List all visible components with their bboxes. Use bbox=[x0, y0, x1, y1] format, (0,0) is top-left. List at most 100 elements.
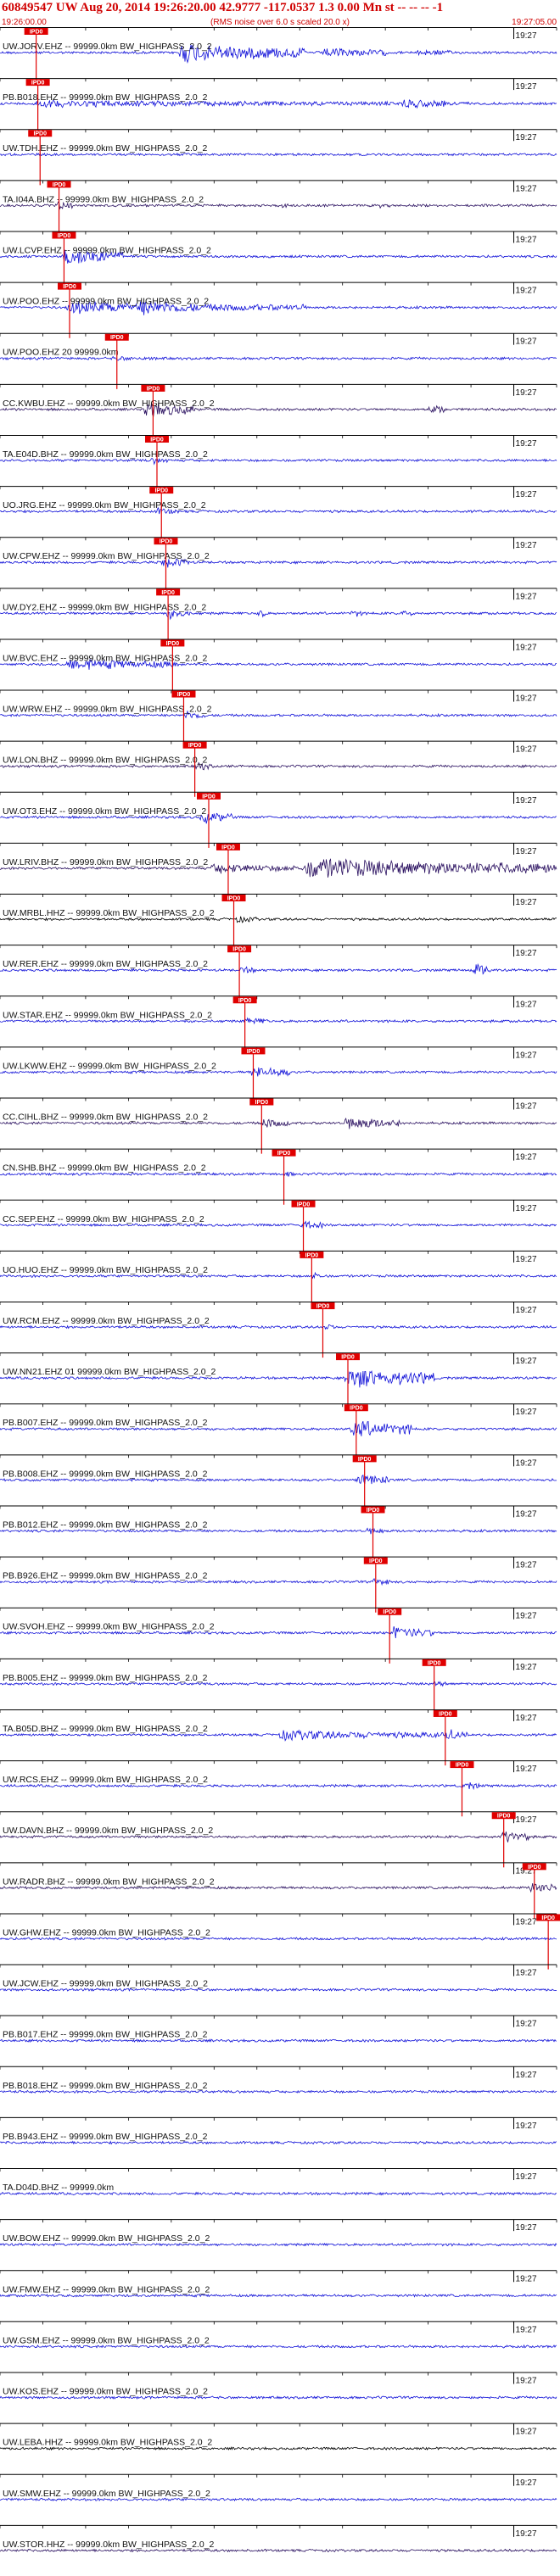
time-tick-label: 19:27 bbox=[516, 592, 537, 601]
time-tick-label: 19:27 bbox=[516, 287, 537, 296]
trace-row: 19:27 UO.HUO.EHZ -- 99999.0km BW_HIGHPASS… bbox=[0, 1250, 557, 1307]
time-tick-label: 19:27 bbox=[516, 1458, 537, 1468]
time-tick-label: 19:27 bbox=[516, 1612, 537, 1621]
time-tick-label: 19:27 bbox=[516, 2020, 537, 2029]
pick-label: IPD0 bbox=[297, 1202, 311, 1207]
station-label: PB.B018.EHZ -- 99999.0km BW_HIGHPASS_2.0… bbox=[3, 2081, 208, 2091]
pick-label: IPD0 bbox=[150, 437, 164, 443]
station-label: UW.RCS.EHZ -- 99999.0km BW_HIGHPASS_2.0_… bbox=[3, 1775, 208, 1785]
trace-row: 19:27 UW.DAVN.BHZ -- 99999.0km BW_HIGHPAS… bbox=[0, 1811, 557, 1868]
time-tick-label: 19:27 bbox=[516, 1153, 537, 1163]
trace-row: 19:27 PB.B943.EHZ -- 99999.0km BW_HIGHPAS… bbox=[0, 2116, 557, 2145]
trace-row: 19:27 PB.B005.EHZ -- 99999.0km BW_HIGHPAS… bbox=[0, 1658, 557, 1715]
station-label: UW.FMW.EHZ -- 99999.0km BW_HIGHPASS_2.0_… bbox=[3, 2284, 210, 2294]
time-tick-label: 19:27 bbox=[516, 1102, 537, 1112]
pick-label: IPD0 bbox=[369, 1558, 383, 1564]
trace-row: 19:27 UO.JRG.EHZ -- 99999.0km BW_HIGHPASS… bbox=[0, 486, 557, 543]
trace-row: 19:27 UW.LKWW.EHZ -- 99999.0km BW_HIGHPAS… bbox=[0, 1046, 557, 1103]
trace-row: 19:27 UW.POO.EHZ 20 99999.0km IPD0 bbox=[0, 332, 557, 389]
trace-row: 19:27UW.RADR.BHZ -- 99999.0km BW_HIGHPAS… bbox=[0, 1862, 557, 1919]
time-tick-label: 19:27 bbox=[516, 2478, 537, 2488]
station-label: UW.STOR.HHZ -- 99999.0km BW_HIGHPASS_2.0… bbox=[3, 2540, 215, 2550]
pick-label: IPD0 bbox=[358, 1457, 372, 1463]
station-label: UW.RCM.EHZ -- 99999.0km BW_HIGHPASS_2.0_… bbox=[3, 1316, 210, 1326]
station-label: UW.RADR.BHZ -- 99999.0km BW_HIGHPASS_2.0… bbox=[3, 1876, 215, 1887]
trace-row: 19:27 UW.SMW.EHZ -- 99999.0km BW_HIGHPASS… bbox=[0, 2473, 557, 2502]
time-tick-label: 19:27 bbox=[516, 541, 537, 550]
time-tick-label: 19:27 bbox=[516, 1969, 537, 1978]
trace-row: 19:27 PB.B926.EHZ -- 99999.0km BW_HIGHPAS… bbox=[0, 1556, 557, 1613]
station-label: TA.E04D.BHZ -- 99999.0km BW_HIGHPASS_2.0… bbox=[3, 449, 208, 460]
station-label: TA.D04D.BHZ -- 99999.0km bbox=[3, 2183, 114, 2193]
trace-row: 19:27 PB.B018.EHZ -- 99999.0km BW_HIGHPAS… bbox=[0, 2066, 557, 2094]
pick-label: IPD0 bbox=[221, 845, 235, 850]
pick-label: IPD0 bbox=[63, 284, 76, 290]
trace-row: 19:27 TA.E04D.BHZ -- 99999.0km BW_HIGHPAS… bbox=[0, 434, 557, 492]
trace-row: 19:27 UW.CPW.EHZ -- 99999.0km BW_HIGHPASS… bbox=[0, 537, 557, 594]
trace-row: 19:27 UW.JORV.EHZ -- 99999.0km BW_HIGHPAS… bbox=[0, 27, 557, 84]
station-label: UW.LEBA.HHZ -- 99999.0km BW_HIGHPASS_2.0… bbox=[3, 2438, 212, 2448]
pick-label: IPD0 bbox=[161, 590, 175, 596]
station-label: UW.SVOH.EHZ -- 99999.0km BW_HIGHPASS_2.0… bbox=[3, 1622, 215, 1632]
time-tick-label: 19:27 bbox=[516, 439, 537, 449]
station-label: UW.KOS.EHZ -- 99999.0km BW_HIGHPASS_2.0_… bbox=[3, 2387, 208, 2397]
trace-row: 19:27 UW.GHW.EHZ -- 99999.0km BW_HIGHPASS… bbox=[0, 1913, 560, 1970]
pick-label: IPD0 bbox=[188, 743, 202, 749]
station-label: UW.LKWW.EHZ -- 99999.0km BW_HIGHPASS_2.0… bbox=[3, 1061, 216, 1071]
station-label: UW.DY2.EHZ -- 99999.0km BW_HIGHPASS_2.0_… bbox=[3, 602, 206, 612]
pick-label: IPD0 bbox=[541, 1915, 555, 1921]
trace-row: 19:27 UW.NN21.EHZ 01 99999.0km BW_HIGHPAS… bbox=[0, 1352, 557, 1409]
pick-label: IPD0 bbox=[147, 386, 160, 392]
trace-row: 19:27 TA.I04A.BHZ -- 99999.0km BW_HIGHPAS… bbox=[0, 180, 557, 237]
pick-label: IPD0 bbox=[232, 947, 246, 953]
time-tick-label: 19:27 bbox=[516, 1255, 537, 1264]
station-label: UW.JORV.EHZ -- 99999.0km BW_HIGHPASS_2.0… bbox=[3, 42, 212, 52]
pick-label: IPD0 bbox=[439, 1711, 452, 1717]
station-label: PB.B007.EHZ -- 99999.0km BW_HIGHPASS_2.0… bbox=[3, 1418, 208, 1428]
trace-row: 19:27 UW.BVC.EHZ -- 99999.0km BW_HIGHPASS… bbox=[0, 638, 557, 695]
trace-row: 19:27 UW.RCS.EHZ -- 99999.0km BW_HIGHPASS… bbox=[0, 1760, 557, 1817]
time-tick-label: 19:27 bbox=[516, 2529, 537, 2539]
time-tick-label: 19:27 bbox=[516, 949, 537, 958]
time-tick-label: 19:27 bbox=[516, 1561, 537, 1570]
trace-row: 19:27 UW.RER.EHZ -- 99999.0km BW_HIGHPASS… bbox=[0, 945, 557, 1001]
trace-row: 19:27 UW.KOS.EHZ -- 99999.0km BW_HIGHPASS… bbox=[0, 2372, 557, 2400]
time-tick-label: 19:27 bbox=[516, 1408, 537, 1417]
time-tick-label: 19:27 bbox=[516, 2325, 537, 2334]
station-label: UW.NN21.EHZ 01 99999.0km BW_HIGHPASS_2.0… bbox=[3, 1367, 216, 1377]
trace-row: 19:27 UW.TDH.EHZ -- 99999.0km BW_HIGHPASS… bbox=[0, 129, 557, 186]
pick-label: IPD0 bbox=[255, 1100, 269, 1106]
time-tick-label: 19:27 bbox=[516, 388, 537, 398]
pick-label: IPD0 bbox=[154, 488, 168, 494]
pick-label: IPD0 bbox=[316, 1304, 330, 1310]
station-label: UW.RER.EHZ -- 99999.0km BW_HIGHPASS_2.0_… bbox=[3, 959, 208, 969]
time-tick-label: 19:27 bbox=[516, 745, 537, 755]
time-tick-label: 19:27 bbox=[516, 1306, 537, 1315]
trace-row: 19:27 UW.LEBA.HHZ -- 99999.0km BW_HIGHPAS… bbox=[0, 2423, 557, 2451]
trace-row: 19:27 UW.DY2.EHZ -- 99999.0km BW_HIGHPASS… bbox=[0, 588, 557, 644]
trace-row: 19:27 UW.WRW.EHZ -- 99999.0km BW_HIGHPASS… bbox=[0, 689, 557, 746]
station-label: UW.POO.EHZ -- 99999.0km BW_HIGHPASS_2.0_… bbox=[3, 297, 209, 307]
station-label: UW.WRW.EHZ -- 99999.0km BW_HIGHPASS_2.0_… bbox=[3, 705, 212, 715]
station-label: UW.SMW.EHZ -- 99999.0km BW_HIGHPASS_2.0_… bbox=[3, 2489, 210, 2499]
station-label: UW.JCW.EHZ -- 99999.0km BW_HIGHPASS_2.0_… bbox=[3, 1979, 208, 1989]
station-label: CC.CIHL.BHZ -- 99999.0km BW_HIGHPASS_2.0… bbox=[3, 1112, 208, 1123]
pick-label: IPD0 bbox=[58, 233, 71, 239]
pick-label: IPD0 bbox=[53, 182, 66, 188]
trace-row: 19:27 PB.B012.EHZ -- 99999.0km BW_HIGHPAS… bbox=[0, 1505, 557, 1562]
pick-label: IPD0 bbox=[31, 81, 45, 86]
pick-label: IPD0 bbox=[383, 1609, 396, 1615]
station-label: UW.LCVP.EHZ -- 99999.0km BW_HIGHPASS_2.0… bbox=[3, 245, 211, 255]
trace-row: 19:27 UW.GSM.EHZ -- 99999.0km BW_HIGHPASS… bbox=[0, 2321, 557, 2349]
station-label: UW.LRIV.BHZ -- 99999.0km BW_HIGHPASS_2.0… bbox=[3, 857, 208, 867]
trace-row: 19:27 PB.B007.EHZ -- 99999.0km BW_HIGHPAS… bbox=[0, 1403, 557, 1460]
trace-row: 19:27 UW.BOW.EHZ -- 99999.0km BW_HIGHPASS… bbox=[0, 2219, 557, 2247]
station-label: PB.B008.EHZ -- 99999.0km BW_HIGHPASS_2.0… bbox=[3, 1469, 208, 1479]
time-tick-label: 19:27 bbox=[516, 1917, 537, 1926]
time-tick-label: 19:27 bbox=[516, 1051, 537, 1060]
trace-row: 19:27 UW.RCM.EHZ -- 99999.0km BW_HIGHPASS… bbox=[0, 1302, 557, 1358]
pick-label: IPD0 bbox=[33, 131, 47, 137]
trace-row: 19:27 CC.SEP.EHZ -- 99999.0km BW_HIGHPASS… bbox=[0, 1199, 557, 1256]
time-tick-label: 19:27 bbox=[516, 490, 537, 499]
station-label: PB.B018.EHZ -- 99999.0km BW_HIGHPASS_2.0… bbox=[3, 92, 208, 103]
